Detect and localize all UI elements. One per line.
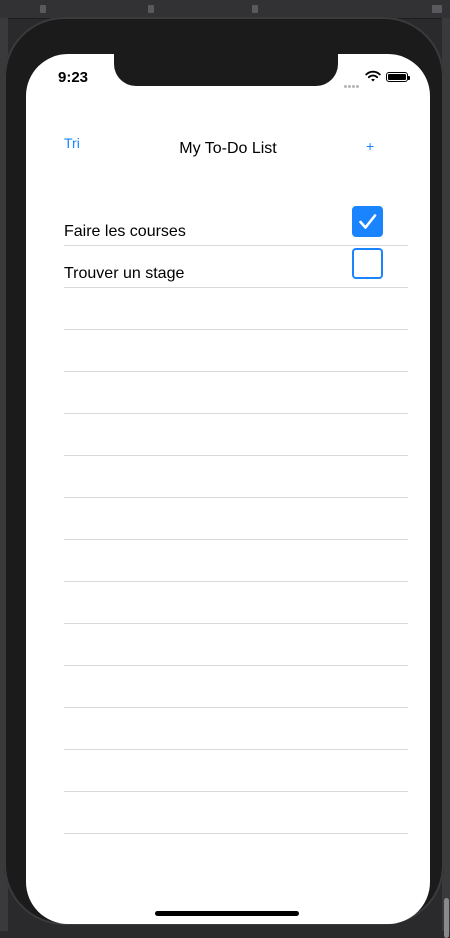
empty-row bbox=[64, 498, 408, 540]
empty-row bbox=[64, 750, 408, 792]
wifi-icon bbox=[365, 70, 381, 82]
signal-dots-icon bbox=[344, 75, 362, 88]
ide-toolbar-icon bbox=[148, 5, 154, 13]
ide-toolbar-icon bbox=[40, 5, 46, 13]
empty-row bbox=[64, 624, 408, 666]
simulator-device-frame: 9:23 Tri My To-Do List + Faire les cours… bbox=[4, 17, 444, 925]
ide-toolbar-icon bbox=[252, 5, 258, 13]
ide-scrollbar[interactable] bbox=[444, 898, 449, 938]
ide-toolbar-icon bbox=[432, 5, 442, 13]
empty-row bbox=[64, 666, 408, 708]
empty-row bbox=[64, 456, 408, 498]
empty-row bbox=[64, 792, 408, 834]
todo-row[interactable]: Trouver un stage bbox=[64, 246, 408, 288]
todo-label: Faire les courses bbox=[64, 223, 186, 240]
todo-label: Trouver un stage bbox=[64, 265, 185, 282]
status-time: 9:23 bbox=[58, 69, 89, 86]
home-indicator[interactable] bbox=[155, 911, 299, 916]
empty-row bbox=[64, 330, 408, 372]
empty-row bbox=[64, 708, 408, 750]
empty-row bbox=[64, 582, 408, 624]
notch bbox=[114, 54, 338, 86]
done-checkbox[interactable] bbox=[352, 206, 383, 237]
battery-icon bbox=[386, 72, 410, 82]
todo-row[interactable]: Faire les courses bbox=[64, 204, 408, 246]
checkmark-icon bbox=[359, 214, 377, 229]
add-item-button[interactable]: + bbox=[366, 138, 374, 154]
empty-row bbox=[64, 288, 408, 330]
empty-row bbox=[64, 372, 408, 414]
phone-screen: 9:23 Tri My To-Do List + Faire les cours… bbox=[26, 54, 430, 924]
done-checkbox[interactable] bbox=[352, 248, 383, 279]
empty-row bbox=[64, 540, 408, 582]
empty-row bbox=[64, 414, 408, 456]
